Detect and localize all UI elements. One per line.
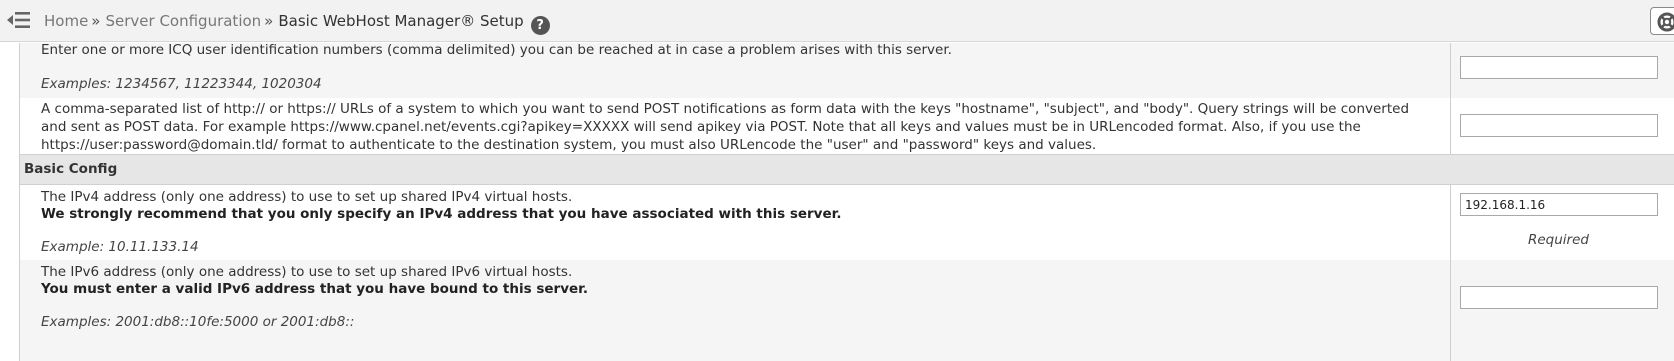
ipv4-description: The IPv4 address (only one address) to u…	[41, 189, 573, 205]
ipv6-note: You must enter a valid IPv6 address that…	[41, 281, 589, 297]
settings-table: Enter one or more ICQ user identificatio…	[19, 43, 1674, 361]
ipv6-input[interactable]	[1460, 286, 1658, 309]
icq-description: Enter one or more ICQ user identificatio…	[41, 43, 952, 58]
breadcrumb-home[interactable]: Home	[44, 12, 88, 30]
ipv4-input[interactable]	[1460, 193, 1658, 216]
top-bar: Home» Server Configuration» Basic WebHost …	[0, 0, 1674, 42]
breadcrumb: Home» Server Configuration» Basic WebHost …	[44, 11, 550, 35]
setting-row-icq: Enter one or more ICQ user identificatio…	[20, 43, 1674, 98]
breadcrumb-separator: »	[264, 12, 274, 30]
setting-control	[1450, 98, 1674, 155]
ipv6-example: Examples: 2001:db8::10fe:5000 or 2001:db…	[41, 314, 355, 330]
ipv4-note: We strongly recommend that you only spec…	[41, 206, 842, 222]
setting-row-ipv6: The IPv6 address (only one address) to u…	[20, 260, 1674, 361]
ipv4-example: Example: 10.11.133.14	[41, 239, 199, 255]
setting-description: The IPv6 address (only one address) to u…	[20, 260, 1450, 361]
setting-row-post-urls: A comma-separated list of http:// or htt…	[20, 98, 1674, 155]
ipv6-description: The IPv6 address (only one address) to u…	[41, 264, 573, 280]
icq-input[interactable]	[1460, 56, 1658, 79]
setting-control: Required	[1450, 185, 1674, 260]
breadcrumb-separator: »	[91, 12, 101, 30]
menu-collapse-icon[interactable]	[6, 8, 32, 32]
setting-control	[1450, 43, 1674, 98]
icq-example: Examples: 1234567, 11223344, 1020304	[41, 76, 322, 92]
post-urls-description: A comma-separated list of http:// or htt…	[41, 101, 1410, 153]
post-urls-input[interactable]	[1460, 114, 1658, 137]
setting-control	[1450, 260, 1674, 361]
life-ring-icon[interactable]	[1650, 7, 1674, 35]
page-title: Basic WebHost Manager® Setup	[278, 12, 524, 30]
setting-description: The IPv4 address (only one address) to u…	[20, 185, 1450, 260]
setting-row-ipv4: The IPv4 address (only one address) to u…	[20, 185, 1674, 260]
question-circle-icon[interactable]: ?	[530, 16, 550, 35]
required-label: Required	[1528, 232, 1589, 248]
section-header-basic-config: Basic Config	[20, 154, 1674, 185]
setting-description: A comma-separated list of http:// or htt…	[20, 98, 1450, 155]
breadcrumb-server-configuration[interactable]: Server Configuration	[105, 12, 261, 30]
setting-description: Enter one or more ICQ user identificatio…	[20, 43, 1450, 98]
